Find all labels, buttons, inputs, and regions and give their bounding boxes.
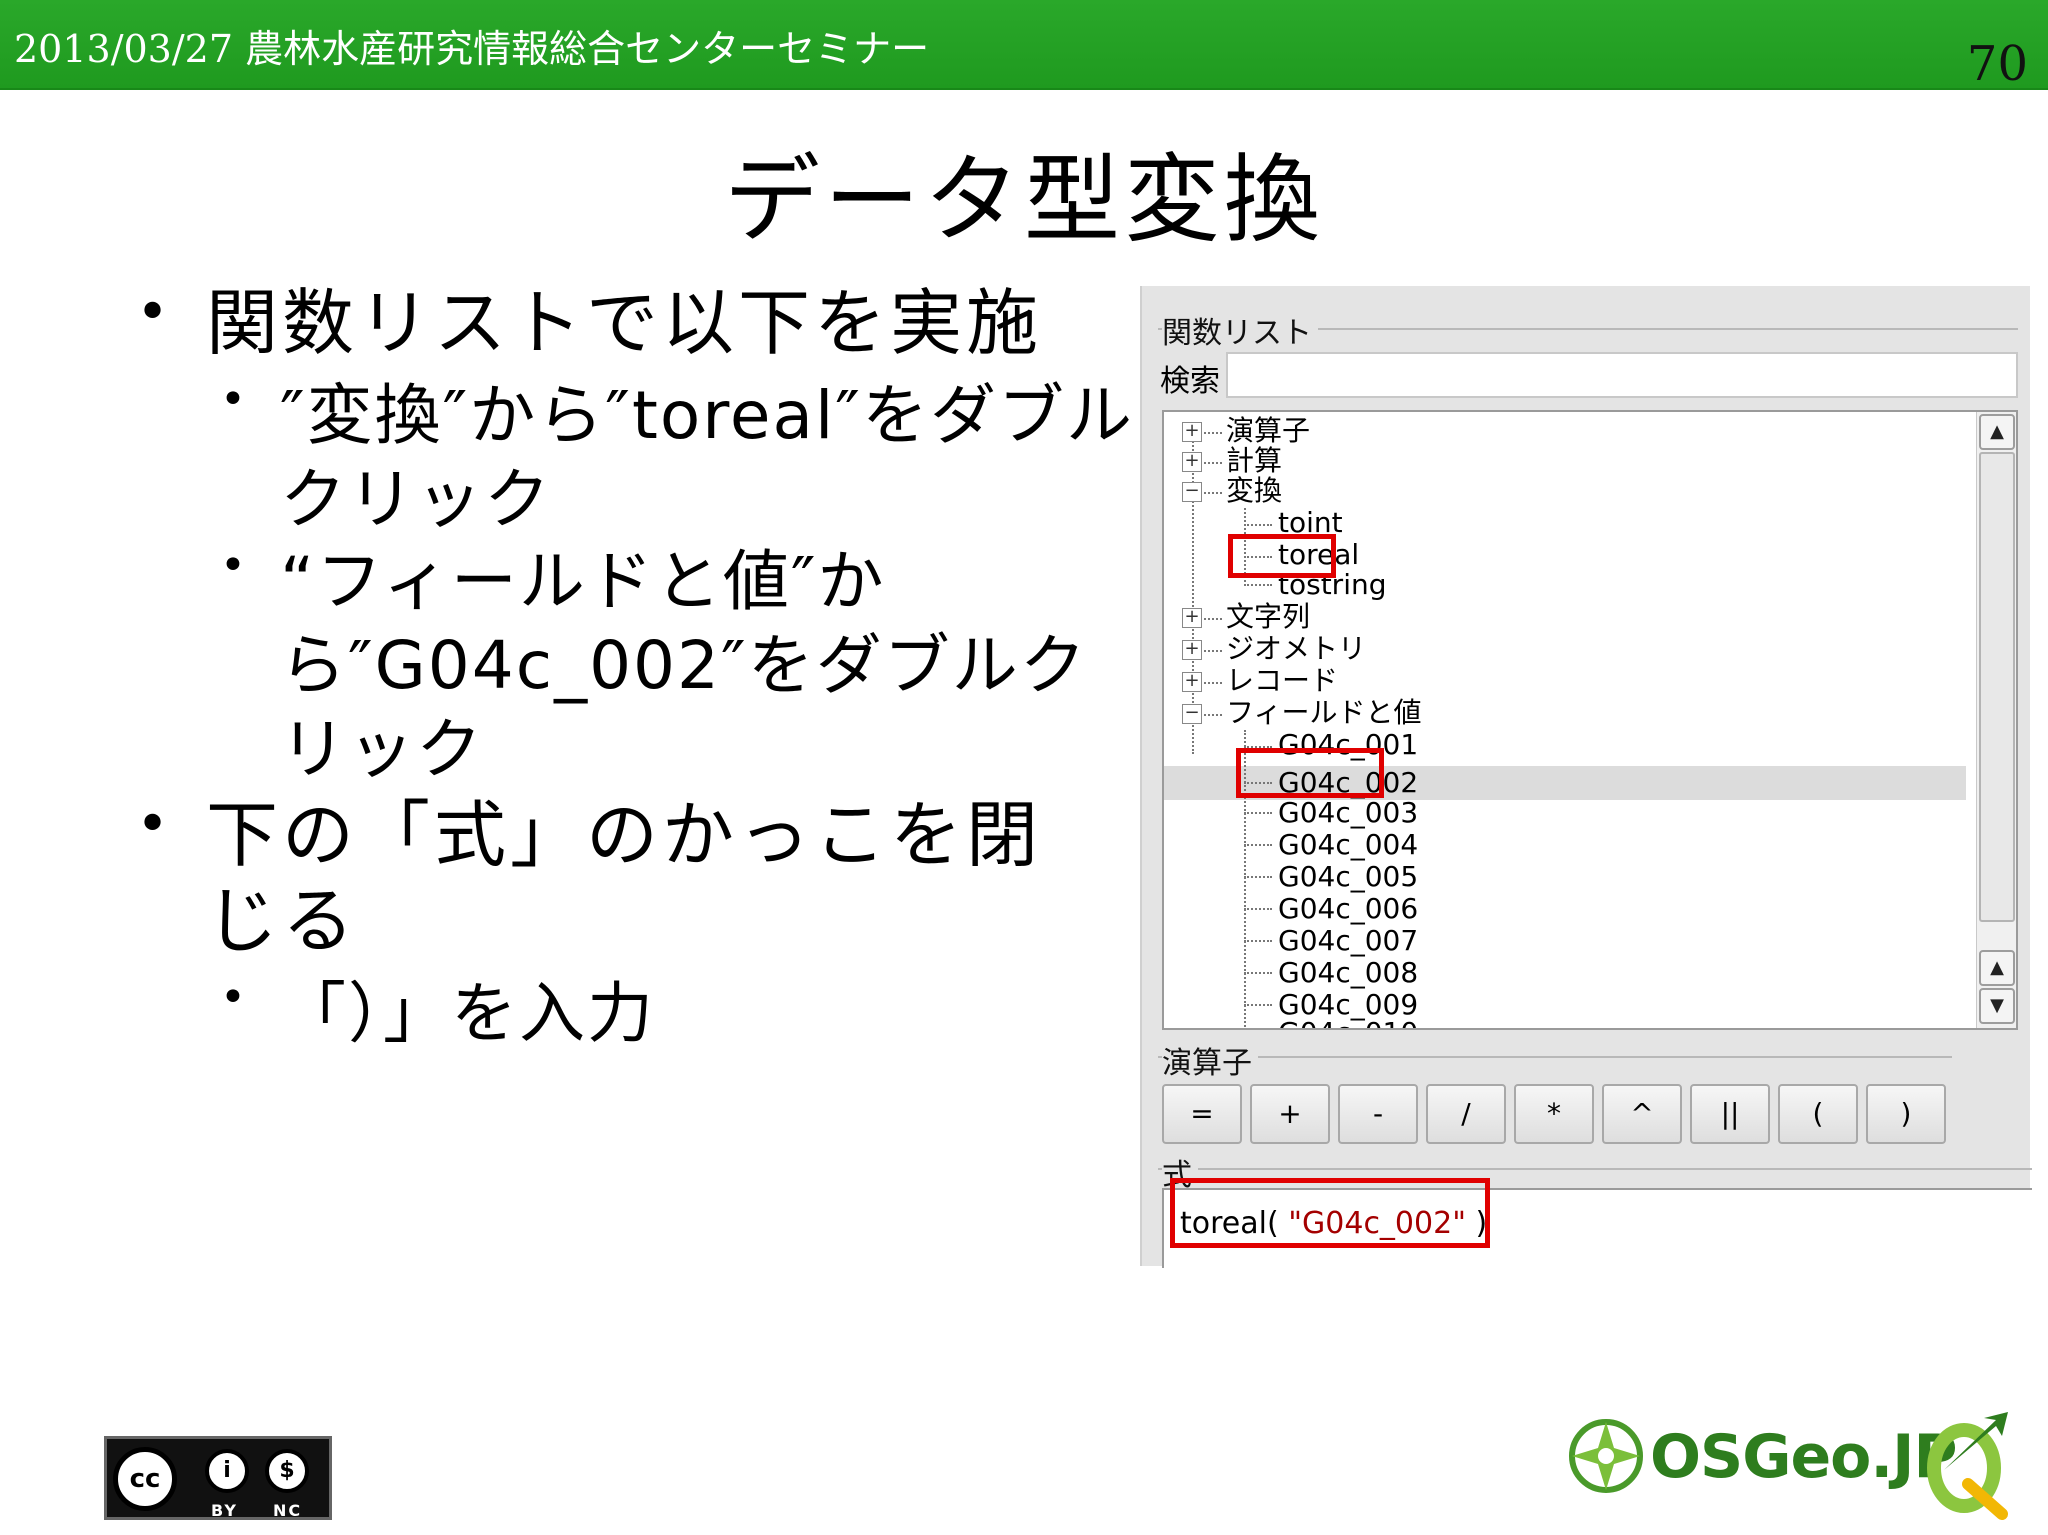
cc-by-label: BY xyxy=(211,1501,238,1520)
multiply-button[interactable]: * xyxy=(1514,1084,1594,1144)
minus-button[interactable]: - xyxy=(1338,1084,1418,1144)
sub-bullet-1: • ″変換″から″toreal″をダブル クリック xyxy=(220,374,1134,542)
cc-license-badge: cc i $ BY NC xyxy=(104,1436,332,1520)
bullet-2-line-2: じる xyxy=(206,879,359,963)
osgeo-globe-icon xyxy=(1569,1419,1643,1493)
equals-button[interactable]: = xyxy=(1162,1084,1242,1144)
field-item[interactable]: G04c_006 xyxy=(1278,894,1418,924)
scrollbar-thumb[interactable] xyxy=(1979,452,2015,922)
scroll-up-icon[interactable]: ▲ xyxy=(1979,950,2015,986)
tree-scrollbar[interactable]: ▲ ▲ ▼ xyxy=(1976,412,2016,1028)
tree-connector xyxy=(1244,940,1272,942)
nc-dollar-icon: $ xyxy=(265,1449,309,1493)
tree-connector xyxy=(1244,876,1272,878)
sub-bullet-2-line-2: ら″G04c_002″をダブルク xyxy=(280,627,1088,704)
header-title: 2013/03/27 農林水産研究情報総合センターセミナー xyxy=(14,27,930,71)
group-line xyxy=(1158,1056,1952,1058)
sub-bullet-1-line-1: ″変換″から″toreal″をダブル xyxy=(280,377,1134,454)
bullet-dot: • xyxy=(136,792,170,857)
tree-connector xyxy=(1204,618,1222,620)
power-button[interactable]: ^ xyxy=(1602,1084,1682,1144)
tree-node-math[interactable]: 計算 xyxy=(1226,446,1282,476)
by-person-icon: i xyxy=(205,1449,249,1493)
sub-bullet-3-text: 「）」を入力 xyxy=(280,975,655,1052)
tree-connector xyxy=(1204,462,1222,464)
bullet-1-text: 関数リストで以下を実施 xyxy=(206,281,1043,365)
bullet-dot: • xyxy=(220,972,246,1023)
highlight-g04c-002 xyxy=(1236,748,1384,798)
sub-bullet-2: • “フィールドと値″か ら″G04c_002″をダブルク リック xyxy=(220,540,1088,792)
bullet-2-text: 下の「式」のかっこを閉 じる xyxy=(206,792,1042,964)
sub-bullet-2-text: “フィールドと値″か ら″G04c_002″をダブルク リック xyxy=(280,540,1088,792)
field-item[interactable]: G04c_004 xyxy=(1278,830,1418,860)
scroll-up-icon[interactable]: ▲ xyxy=(1979,414,2015,450)
tree-connector xyxy=(1204,682,1222,684)
sub-bullet-2-line-3: リック xyxy=(280,711,484,788)
tree-connector xyxy=(1204,432,1222,434)
tree-connector xyxy=(1204,650,1222,652)
tree-connector xyxy=(1244,844,1272,846)
highlight-expression xyxy=(1170,1178,1490,1248)
tree-connector xyxy=(1204,714,1222,716)
osgeo-text: OSGeo.JP xyxy=(1650,1422,1957,1492)
cc-icon: cc xyxy=(113,1447,177,1511)
bullet-dot: • xyxy=(136,280,170,345)
concat-button[interactable]: || xyxy=(1690,1084,1770,1144)
highlight-toreal xyxy=(1228,534,1336,578)
collapse-icon[interactable]: − xyxy=(1182,482,1202,502)
osgeo-logo: OSGeo.JP xyxy=(1562,1404,1982,1504)
tree-connector xyxy=(1244,1004,1272,1006)
close-paren-button[interactable]: ) xyxy=(1866,1084,1946,1144)
expression-dialog: 関数リスト 検索 + 演算子 + 計算 − 変換 toint toreal to… xyxy=(1140,286,2032,1268)
slide-title: データ型変換 xyxy=(724,144,1324,256)
scroll-down-icon[interactable]: ▼ xyxy=(1979,988,2015,1024)
sub-bullet-1-text: ″変換″から″toreal″をダブル クリック xyxy=(280,374,1134,542)
open-paren-button[interactable]: ( xyxy=(1778,1084,1858,1144)
sub-bullet-2-line-1: “フィールドと値″か xyxy=(280,543,886,620)
bullet-dot: • xyxy=(220,540,246,591)
qgis-logo-icon xyxy=(1927,1412,2008,1520)
page-number: 70 xyxy=(1966,36,2028,92)
tree-node-record[interactable]: レコード xyxy=(1226,666,1338,696)
plus-button[interactable]: + xyxy=(1250,1084,1330,1144)
operator-button-row: = + - / * ^ || ( ) xyxy=(1162,1084,1952,1144)
search-input[interactable] xyxy=(1226,352,2018,398)
divide-button[interactable]: / xyxy=(1426,1084,1506,1144)
function-list-label: 関数リスト xyxy=(1162,308,1318,352)
tree-connector xyxy=(1244,972,1272,974)
collapse-icon[interactable]: − xyxy=(1182,704,1202,724)
sub-bullet-1-line-2: クリック xyxy=(280,461,552,538)
tree-connector xyxy=(1244,812,1272,814)
tree-connector xyxy=(1204,492,1222,494)
search-label: 検索 xyxy=(1160,364,1220,399)
field-item[interactable]: G04c_003 xyxy=(1278,798,1418,828)
expand-icon[interactable]: + xyxy=(1182,608,1202,628)
tree-connector xyxy=(1244,908,1272,910)
sub-bullet-3: • 「）」を入力 xyxy=(220,972,655,1056)
field-item[interactable]: G04c_007 xyxy=(1278,926,1418,956)
bullet-dot: • xyxy=(220,374,246,425)
bullet-1: • 関数リストで以下を実施 xyxy=(136,280,1042,366)
field-item[interactable]: G04c_005 xyxy=(1278,862,1418,892)
expand-icon[interactable]: + xyxy=(1182,422,1202,442)
bullet-2: • 下の「式」のかっこを閉 じる xyxy=(136,792,1042,964)
tree-node-geometry[interactable]: ジオメトリ xyxy=(1226,634,1366,664)
slide-header: 2013/03/27 農林水産研究情報総合センターセミナー 70 xyxy=(0,0,2048,92)
cc-nc-label: NC xyxy=(273,1501,303,1520)
bullet-2-line-1: 下の「式」のかっこを閉 xyxy=(206,793,1043,877)
function-tree[interactable]: + 演算子 + 計算 − 変換 toint toreal tostring + … xyxy=(1162,410,2018,1030)
tree-node-fields[interactable]: フィールドと値 xyxy=(1226,698,1421,728)
operators-label: 演算子 xyxy=(1162,1038,1258,1082)
tree-connector xyxy=(1244,584,1272,586)
field-item[interactable]: G04c_008 xyxy=(1278,958,1418,988)
group-line xyxy=(1158,1168,2032,1170)
expand-icon[interactable]: + xyxy=(1182,672,1202,692)
tree-connector xyxy=(1244,524,1272,526)
expand-icon[interactable]: + xyxy=(1182,452,1202,472)
field-item[interactable]: G04c_010 xyxy=(1278,1018,1418,1029)
expand-icon[interactable]: + xyxy=(1182,640,1202,660)
tree-node-conversions[interactable]: 変換 xyxy=(1226,476,1282,506)
tree-node-string[interactable]: 文字列 xyxy=(1226,602,1310,632)
tree-node-operators[interactable]: 演算子 xyxy=(1226,416,1310,446)
